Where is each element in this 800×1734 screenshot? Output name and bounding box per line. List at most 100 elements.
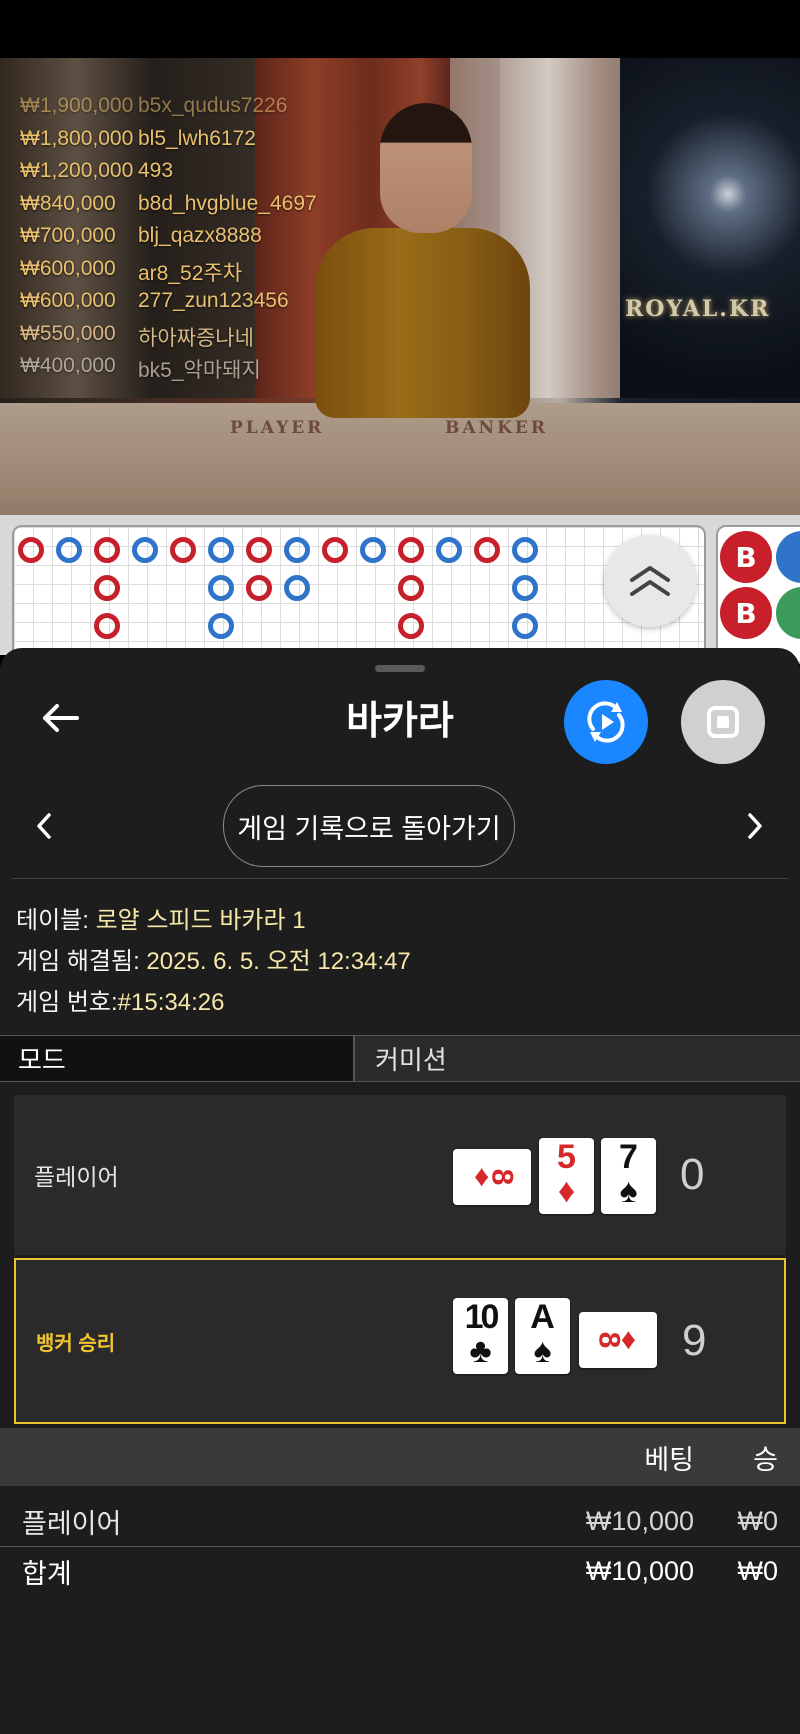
win-amount: ₩600,000 [20, 256, 116, 280]
recent-wins-list: ₩1,900,000 b5x_qudus7226 ₩1,800,000 bl5_lw… [20, 94, 317, 387]
road-mark-banker [94, 537, 120, 563]
win-user: 277_zun123456 [138, 289, 289, 312]
playing-card: A ♠ [515, 1298, 570, 1374]
win-entry: ₩550,000 하아짜증나네 [20, 322, 317, 355]
mode-value: 커미션 [375, 1045, 447, 1075]
bet-total-row: 합계 ₩10,000 ₩0 [0, 1546, 800, 1596]
win-user: bl5_lwh6172 [138, 126, 256, 150]
win-entry: ₩600,000 277_zun123456 [20, 289, 317, 322]
stop-button[interactable] [681, 680, 765, 764]
mode-row: 모드 커미션 [0, 1035, 800, 1082]
playing-card: ♦ 8 [453, 1149, 531, 1205]
win-amount: ₩1,200,000 [20, 159, 134, 182]
win-amount: ₩1,900,000 [20, 94, 134, 117]
win-user: bk5_악마돼지 [138, 359, 261, 382]
replay-button[interactable] [564, 680, 648, 764]
double-chevron-up-icon [630, 566, 670, 596]
resolved-value: 2025. 6. 5. 오전 12:34:47 [146, 948, 411, 975]
player-hand-label: 플레이어 [34, 1164, 119, 1190]
banker-hand: 뱅커 승리 10 ♣ A ♠ 8 ♦ 9 [14, 1258, 786, 1424]
replay-icon [587, 701, 625, 743]
resolved-info: 게임 해결됨: 2025. 6. 5. 오전 12:34:47 [16, 941, 411, 976]
road-mark-player [284, 575, 310, 601]
win-user: b8d_hvgblue_4697 [138, 191, 317, 215]
bead-banker: B [720, 587, 772, 639]
status-bar [0, 0, 800, 58]
bet-row: 플레이어 ₩10,000 ₩0 [0, 1496, 800, 1547]
bead-road[interactable]: B B [716, 525, 800, 664]
total-label: 합계 [22, 1558, 72, 1589]
road-mark-banker [94, 575, 120, 601]
win-amount: ₩600,000 [20, 289, 116, 312]
bets-table-header: 베팅 승 [0, 1428, 800, 1486]
win-entry: ₩1,900,000 b5x_qudus7226 [20, 94, 317, 127]
bead-tie [776, 587, 800, 639]
sheet-drag-handle[interactable] [375, 665, 425, 672]
win-entry: ₩840,000 b8d_hvgblue_4697 [20, 192, 317, 225]
total-win: ₩0 [737, 1555, 779, 1586]
playing-card: 5 ♦ [539, 1138, 594, 1214]
road-mark-player [436, 537, 462, 563]
bet-amount: ₩10,000 [585, 1505, 694, 1536]
road-mark-player [512, 537, 538, 563]
divider [12, 878, 788, 879]
card-suit: ♦ [557, 1172, 576, 1210]
road-mark-banker [398, 575, 424, 601]
page-title: 바카라 [346, 700, 454, 743]
road-mark-banker [246, 575, 272, 601]
card-suit: ♣ [469, 1332, 492, 1370]
win-entry: ₩600,000 ar8_52주차 [20, 257, 317, 290]
expand-roadmap-button[interactable] [604, 535, 696, 627]
road-mark-banker [398, 537, 424, 563]
card-rank: 8 [592, 1331, 626, 1349]
card-rank: 8 [485, 1168, 519, 1186]
road-mark-player [360, 537, 386, 563]
win-amount: ₩0 [737, 1505, 779, 1536]
win-entry: ₩700,000 blj_qazx8888 [20, 224, 317, 257]
card-rank: 10 [464, 1298, 500, 1336]
road-mark-banker [398, 613, 424, 639]
road-mark-banker [474, 537, 500, 563]
road-mark-banker [170, 537, 196, 563]
game-number-info: 게임 번호:#15:34:26 [16, 982, 224, 1017]
road-mark-player [208, 613, 234, 639]
player-hand: 플레이어 ♦ 8 5 ♦ 7 ♠ 0 [14, 1095, 786, 1255]
big-road[interactable] [12, 525, 706, 664]
playing-card: 10 ♣ [453, 1298, 508, 1374]
card-rank: 7 [619, 1138, 638, 1176]
road-mark-banker [246, 537, 272, 563]
previous-game-button[interactable] [24, 806, 64, 846]
table-value: 로얄 스피드 바카라 1 [95, 907, 306, 934]
road-mark-player [56, 537, 82, 563]
road-mark-banker [322, 537, 348, 563]
live-video[interactable]: PLAYER BANKER ROYAL.KR ₩1,900,000 b5x_qud… [0, 58, 800, 515]
total-bet: ₩10,000 [585, 1555, 694, 1586]
bead-banker: B [720, 531, 772, 583]
back-to-history-button[interactable]: 게임 기록으로 돌아가기 [223, 785, 515, 867]
win-amount: ₩400,000 [20, 354, 116, 377]
bet-name: 플레이어 [22, 1508, 122, 1539]
win-amount: ₩550,000 [20, 321, 116, 345]
playing-card: 8 ♦ [579, 1312, 657, 1368]
win-entry: ₩400,000 bk5_악마돼지 [20, 354, 317, 387]
resolved-label: 게임 해결됨: [16, 948, 140, 975]
card-suit: ♠ [533, 1332, 552, 1370]
road-mark-banker [94, 613, 120, 639]
banker-hand-total: 9 [682, 1316, 707, 1365]
stop-icon [707, 706, 739, 738]
win-entry: ₩1,200,000 493 [20, 159, 317, 192]
road-mark-banker [18, 537, 44, 563]
win-user: blj_qazx8888 [138, 224, 262, 247]
win-user: 하아짜증나네 [138, 326, 254, 350]
game-number-label: 게임 번호: [16, 989, 118, 1016]
player-hand-total: 0 [680, 1150, 705, 1199]
road-mark-player [284, 537, 310, 563]
bet-column-header: 베팅 [644, 1444, 694, 1475]
win-user: 493 [138, 159, 174, 182]
table-label: 테이블: [16, 907, 89, 934]
card-suit: ♠ [619, 1172, 638, 1210]
card-rank: A [530, 1298, 555, 1336]
next-game-button[interactable] [735, 806, 775, 846]
game-number-value: #15:34:26 [117, 989, 225, 1016]
banker-hand-label: 뱅커 승리 [36, 1332, 116, 1355]
